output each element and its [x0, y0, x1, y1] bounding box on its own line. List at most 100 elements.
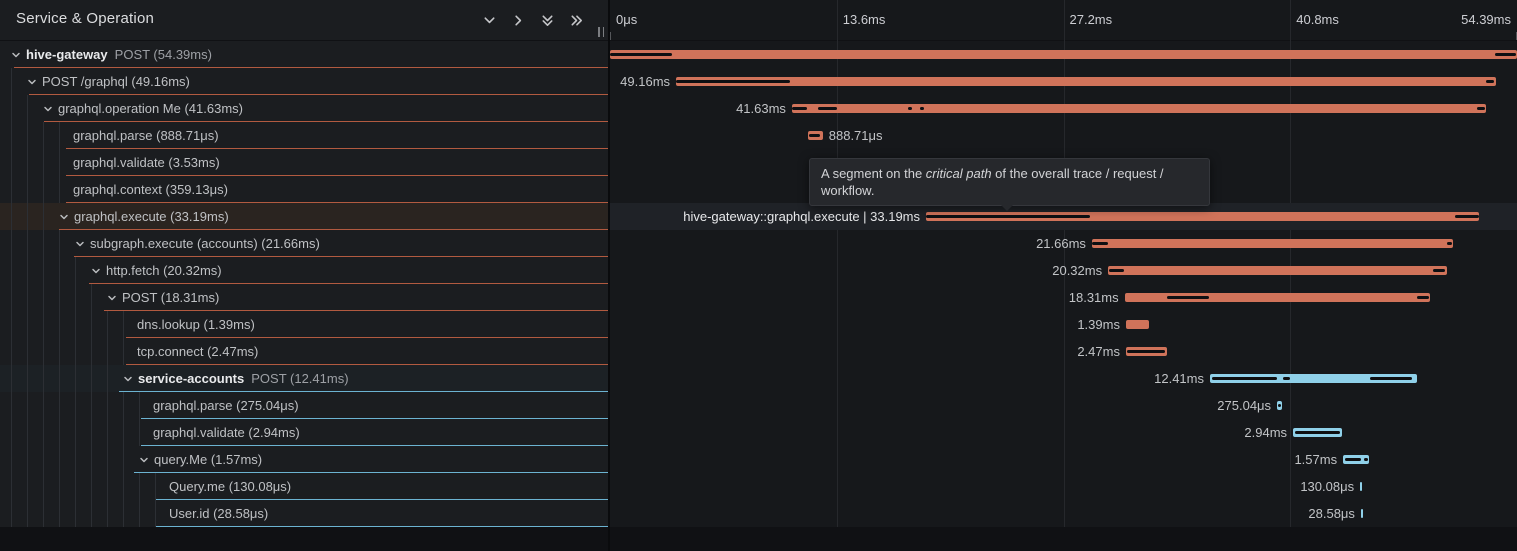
span-bar[interactable]	[1108, 266, 1447, 275]
span-name-label: graphql.parse (888.71μs)	[73, 128, 219, 143]
indent-guide	[107, 311, 123, 338]
indent-guide	[11, 230, 27, 257]
critical-path-segment	[1092, 242, 1108, 245]
indent-guide	[123, 338, 136, 365]
indent-guide	[11, 203, 27, 230]
tree-row[interactable]: POST /graphql (49.16ms)	[0, 68, 608, 95]
tooltip-text-suffix: of the overall trace / request /	[992, 166, 1164, 181]
critical-path-segment	[1417, 296, 1429, 299]
span-bar-row[interactable]	[610, 41, 1517, 68]
indent-guide	[11, 446, 27, 473]
tree-row[interactable]: hive-gatewayPOST (54.39ms)	[0, 41, 608, 68]
critical-path-segment	[1109, 269, 1125, 272]
indent-guide	[75, 446, 91, 473]
span-bar-row[interactable]: 20.32ms	[610, 257, 1517, 284]
indent-guide	[75, 473, 91, 500]
span-bar-row[interactable]: 1.39ms	[610, 311, 1517, 338]
tree-row[interactable]: tcp.connect (2.47ms)	[0, 338, 608, 365]
span-name-label: http.fetch (20.32ms)	[106, 263, 222, 278]
expand-one-icon[interactable]	[510, 12, 526, 28]
tree-row[interactable]: graphql.context (359.13μs)	[0, 176, 608, 203]
span-duration-label: 12.41ms	[1154, 372, 1204, 386]
chevron-down-icon[interactable]	[91, 266, 105, 276]
span-bar[interactable]	[792, 104, 1486, 113]
tooltip-text: A segment on the	[821, 166, 926, 181]
indent-guide	[75, 419, 91, 446]
span-bar-row[interactable]: 2.47ms	[610, 338, 1517, 365]
indent-guide	[91, 500, 107, 527]
collapse-one-icon[interactable]	[481, 12, 497, 28]
span-bar-row[interactable]: 2.94ms	[610, 419, 1517, 446]
chevron-down-icon[interactable]	[139, 455, 153, 465]
chevron-down-icon[interactable]	[107, 293, 121, 303]
collapse-all-icon[interactable]	[539, 12, 555, 28]
span-name-label: graphql.operation Me (41.63ms)	[58, 101, 243, 116]
indent-guide	[27, 176, 43, 203]
column-resizer-grip[interactable]	[598, 27, 604, 37]
span-duration-label: 21.66ms	[1036, 237, 1086, 251]
indent-guide	[107, 392, 123, 419]
span-bar-row[interactable]: hive-gateway::graphql.execute | 33.19ms	[610, 203, 1517, 230]
tree-row[interactable]: query.Me (1.57ms)	[0, 446, 608, 473]
indent-guide	[59, 365, 75, 392]
span-name-label: hive-gatewayPOST (54.39ms)	[26, 47, 212, 62]
indent-guide	[11, 473, 27, 500]
indent-guide	[11, 149, 27, 176]
span-bar-row[interactable]: 1.57ms	[610, 446, 1517, 473]
span-bar[interactable]	[1092, 239, 1453, 248]
tooltip-arrow	[1000, 204, 1014, 211]
expand-all-icon[interactable]	[568, 12, 584, 28]
span-bar[interactable]	[610, 50, 1517, 59]
span-bar[interactable]	[1360, 482, 1362, 491]
critical-path-segment	[1477, 107, 1485, 110]
tree-row[interactable]: graphql.validate (2.94ms)	[0, 419, 608, 446]
chevron-down-icon[interactable]	[27, 77, 41, 87]
chevron-down-icon[interactable]	[11, 50, 25, 60]
tree-row[interactable]: POST (18.31ms)	[0, 284, 608, 311]
span-bar[interactable]	[1126, 320, 1149, 329]
span-bar[interactable]	[676, 77, 1496, 86]
critical-path-segment	[1278, 404, 1281, 407]
span-bar-row[interactable]: 41.63ms	[610, 95, 1517, 122]
span-bar-row[interactable]: 275.04μs	[610, 392, 1517, 419]
indent-guide	[11, 392, 27, 419]
tree-row[interactable]: dns.lookup (1.39ms)	[0, 311, 608, 338]
span-bar-row[interactable]: 21.66ms	[610, 230, 1517, 257]
span-duration-label: 18.31ms	[1069, 291, 1119, 305]
chevron-down-icon[interactable]	[43, 104, 57, 114]
chevron-down-icon[interactable]	[75, 239, 89, 249]
span-bar-row[interactable]: 888.71μs	[610, 122, 1517, 149]
tree-row[interactable]: http.fetch (20.32ms)	[0, 257, 608, 284]
span-name-label: graphql.validate (2.94ms)	[153, 425, 300, 440]
indent-guide	[11, 257, 27, 284]
span-bar-row[interactable]: 28.58μs	[610, 500, 1517, 527]
indent-guide	[43, 122, 59, 149]
tree-row[interactable]: graphql.parse (275.04μs)	[0, 392, 608, 419]
indent-guide	[91, 446, 107, 473]
indent-guide	[27, 230, 43, 257]
span-bar-row[interactable]: 12.41ms	[610, 365, 1517, 392]
tree-row[interactable]: graphql.operation Me (41.63ms)	[0, 95, 608, 122]
indent-guide	[43, 473, 59, 500]
tree-row[interactable]: graphql.parse (888.71μs)	[0, 122, 608, 149]
chevron-down-icon[interactable]	[123, 374, 137, 384]
indent-guide	[107, 419, 123, 446]
tree-row[interactable]: Query.me (130.08μs)	[0, 473, 608, 500]
tree-row[interactable]: graphql.validate (3.53ms)	[0, 149, 608, 176]
tree-row[interactable]: service-accountsPOST (12.41ms)	[0, 365, 608, 392]
indent-guide	[59, 284, 75, 311]
span-bar[interactable]	[1361, 509, 1363, 518]
indent-guide	[59, 392, 75, 419]
span-name-label: subgraph.execute (accounts) (21.66ms)	[90, 236, 320, 251]
chevron-down-icon[interactable]	[59, 212, 73, 222]
indent-guide	[43, 446, 59, 473]
indent-guide	[27, 500, 43, 527]
span-bar-row[interactable]: 18.31ms	[610, 284, 1517, 311]
critical-path-segment	[1167, 296, 1209, 299]
indent-guide	[75, 311, 91, 338]
span-bar-row[interactable]: 49.16ms	[610, 68, 1517, 95]
tree-row[interactable]: subgraph.execute (accounts) (21.66ms)	[0, 230, 608, 257]
tree-row[interactable]: User.id (28.58μs)	[0, 500, 608, 527]
span-bar-row[interactable]: 130.08μs	[610, 473, 1517, 500]
tree-row[interactable]: graphql.execute (33.19ms)	[0, 203, 608, 230]
